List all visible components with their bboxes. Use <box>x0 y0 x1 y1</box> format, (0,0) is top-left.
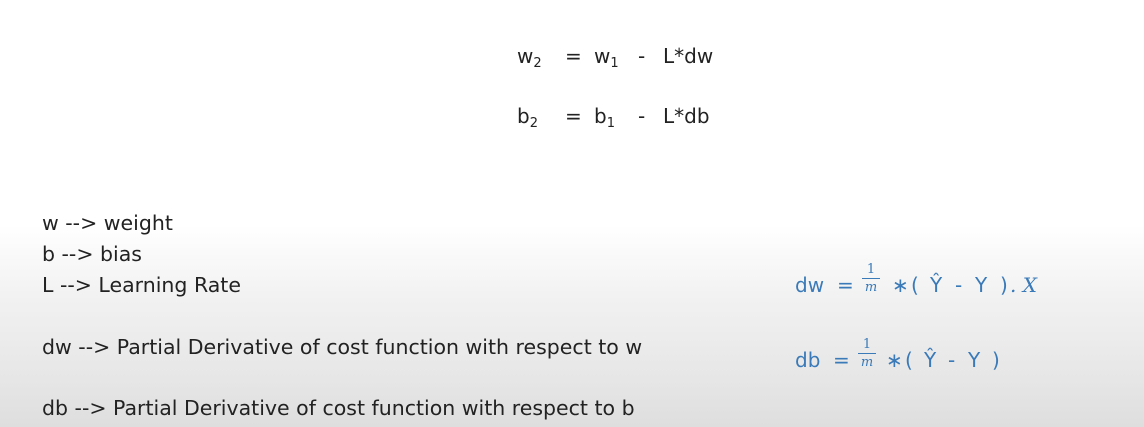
db-gradient-formula: db = 1 m ∗ ( Ŷ - Y ) <box>795 337 1025 388</box>
minus-sign: - <box>638 104 646 128</box>
w2-term: w2 <box>517 44 542 71</box>
lr-dw-term: L*dw <box>663 44 714 68</box>
close-paren: ) <box>1000 273 1008 297</box>
w1-term: w1 <box>594 44 619 71</box>
minus-sign: - <box>955 273 963 297</box>
y-label: Y <box>975 273 988 297</box>
minus-sign: - <box>638 44 646 68</box>
one-over-m-fraction: 1 m <box>862 262 880 297</box>
definition-weight: w --> weight <box>42 211 173 235</box>
b1-term: b1 <box>594 104 615 131</box>
equals-sign: = <box>565 104 582 128</box>
db-label: db <box>795 348 821 372</box>
close-paren: ) <box>992 348 1000 372</box>
one-over-m-fraction: 1 m <box>858 337 876 372</box>
dw-label: dw <box>795 273 825 297</box>
equals-sign: = <box>565 44 582 68</box>
definition-bias: b --> bias <box>42 242 142 266</box>
minus-sign: - <box>948 348 956 372</box>
y-hat: Ŷ <box>930 273 943 297</box>
bias-update-equation: b2 = b1 - L*db <box>517 104 737 132</box>
multiply-sign: ∗ <box>886 348 903 372</box>
definition-dw: dw --> Partial Derivative of cost functi… <box>42 335 643 359</box>
lr-db-term: L*db <box>663 104 710 128</box>
weight-update-equation: w2 = w1 - L*dw <box>517 44 737 72</box>
dot-x: . X <box>1010 273 1037 297</box>
open-paren: ( <box>905 348 913 372</box>
y-label: Y <box>968 348 981 372</box>
y-hat: Ŷ <box>924 348 937 372</box>
definition-learning-rate: L --> Learning Rate <box>42 273 241 297</box>
b2-term: b2 <box>517 104 538 131</box>
dw-gradient-formula: dw = 1 m ∗ ( Ŷ - Y ) . X <box>795 262 1045 313</box>
open-paren: ( <box>911 273 919 297</box>
equals-sign: = <box>837 273 854 297</box>
definition-db: db --> Partial Derivative of cost functi… <box>42 396 635 420</box>
equals-sign: = <box>833 348 850 372</box>
multiply-sign: ∗ <box>892 273 909 297</box>
